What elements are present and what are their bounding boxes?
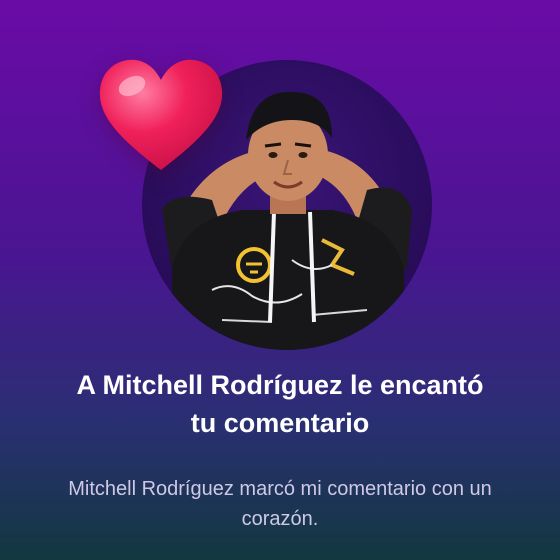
heart-icon [96, 56, 226, 176]
reaction-notification-card: A Mitchell Rodríguez le encantó tu comen… [0, 0, 560, 560]
notification-title: A Mitchell Rodríguez le encantó tu comen… [76, 370, 484, 438]
notification-subtitle: Mitchell Rodríguez marcó mi comentario c… [68, 478, 492, 530]
